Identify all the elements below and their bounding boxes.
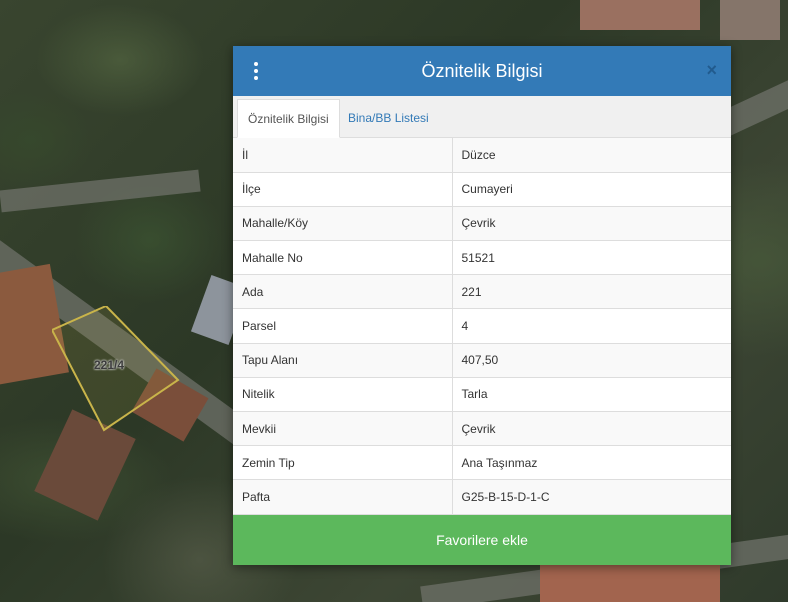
table-row: Parsel 4	[233, 308, 731, 344]
attribute-table: İl Düzce İlçe Cumayeri Mahalle/Köy Çevrik Maha…	[233, 138, 731, 515]
attribute-value: Çevrik	[452, 206, 731, 242]
attribute-value: 407,50	[452, 343, 731, 378]
attribute-key: İl	[233, 138, 453, 173]
tab-bar: Öznitelik Bilgisi Bina/BB Listesi	[233, 96, 731, 138]
attribute-key: Zemin Tip	[233, 445, 453, 481]
attribute-key: Mevkii	[233, 411, 453, 447]
table-row: Mahalle No 51521	[233, 240, 731, 276]
add-to-favorites-button[interactable]: Favorilere ekle	[233, 515, 731, 565]
popup-header: Öznitelik Bilgisi ×	[233, 46, 731, 96]
attribute-info-popup: Öznitelik Bilgisi × Öznitelik Bilgisi Bi…	[233, 46, 731, 565]
attribute-value: Tarla	[452, 377, 731, 413]
table-row: İl Düzce	[233, 138, 731, 173]
attribute-value: 51521	[452, 240, 731, 276]
table-row: Mevkii Çevrik	[233, 411, 731, 447]
map-building	[580, 0, 700, 30]
attribute-key: Mahalle No	[233, 240, 453, 276]
attribute-key: Tapu Alanı	[233, 343, 453, 378]
attribute-value: Ana Taşınmaz	[452, 445, 731, 481]
table-row: Ada 221	[233, 274, 731, 310]
attribute-value: G25-B-15-D-1-C	[452, 479, 731, 515]
attribute-value: Cumayeri	[452, 172, 731, 207]
attribute-key: Ada	[233, 274, 453, 310]
table-row: Tapu Alanı 407,50	[233, 343, 731, 378]
attribute-key: Mahalle/Köy	[233, 206, 453, 242]
attribute-value: 221	[452, 274, 731, 310]
attribute-key: Pafta	[233, 479, 453, 515]
tab-building-list[interactable]: Bina/BB Listesi	[338, 99, 439, 138]
attribute-value: Çevrik	[452, 411, 731, 447]
tab-attribute-info[interactable]: Öznitelik Bilgisi	[237, 99, 340, 138]
attribute-key: İlçe	[233, 172, 453, 207]
table-row: Mahalle/Köy Çevrik	[233, 206, 731, 242]
map-building	[720, 0, 780, 40]
parcel-label: 221/4	[94, 358, 125, 372]
map-road	[0, 169, 201, 213]
table-row: Nitelik Tarla	[233, 377, 731, 413]
popup-title: Öznitelik Bilgisi	[421, 61, 543, 81]
table-row: İlçe Cumayeri	[233, 172, 731, 207]
table-row: Pafta G25-B-15-D-1-C	[233, 479, 731, 515]
attribute-value: Düzce	[452, 138, 731, 173]
attribute-key: Nitelik	[233, 377, 453, 413]
map-building	[540, 560, 720, 602]
attribute-value: 4	[452, 308, 731, 344]
close-icon[interactable]: ×	[706, 60, 717, 80]
attribute-key: Parsel	[233, 308, 453, 344]
table-row: Zemin Tip Ana Taşınmaz	[233, 445, 731, 481]
